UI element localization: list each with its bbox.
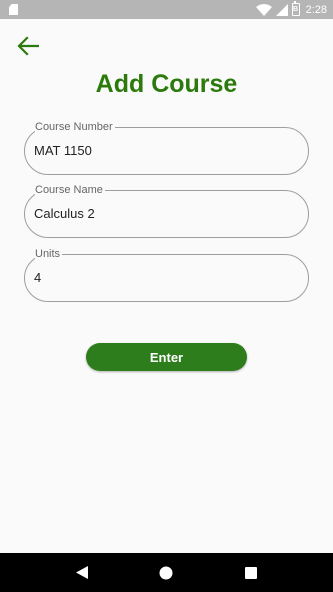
units-field[interactable]: Units	[24, 248, 309, 302]
course-number-field[interactable]: Course Number	[24, 121, 309, 175]
navigation-bar	[0, 553, 333, 592]
units-label: Units	[35, 248, 63, 261]
course-name-label: Course Name	[35, 184, 105, 197]
nav-back-button[interactable]	[67, 558, 97, 588]
home-circle-icon	[159, 566, 173, 579]
course-name-field[interactable]: Course Name	[24, 184, 309, 238]
wifi-icon	[255, 3, 272, 16]
status-bar: B 2:28	[0, 0, 333, 19]
course-name-input[interactable]	[34, 206, 294, 221]
course-number-input[interactable]	[34, 143, 294, 158]
status-time: 2:28	[305, 3, 327, 16]
units-input[interactable]	[34, 270, 294, 285]
signal-icon	[275, 3, 288, 16]
back-triangle-icon	[76, 566, 89, 579]
nav-recents-button[interactable]	[236, 558, 266, 588]
page-title: Add Course	[95, 70, 238, 98]
recents-square-icon	[244, 566, 257, 579]
course-number-label: Course Number	[35, 121, 115, 134]
back-button[interactable]	[14, 32, 42, 60]
battery-icon: B	[291, 1, 300, 16]
sd-card-icon	[9, 4, 18, 15]
nav-home-button[interactable]	[151, 558, 181, 588]
arrow-left-icon	[17, 36, 39, 56]
battery-glyph: B	[293, 6, 299, 13]
enter-button[interactable]: Enter	[86, 343, 247, 371]
